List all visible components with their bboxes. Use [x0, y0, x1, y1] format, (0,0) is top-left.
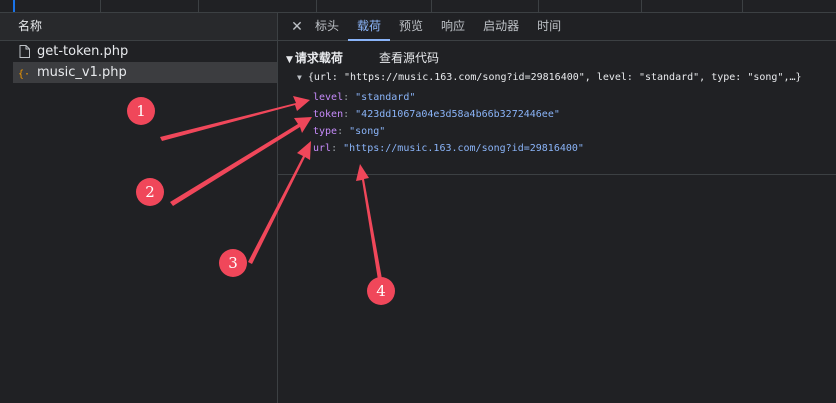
view-source-button[interactable]: 查看源代码 — [379, 49, 439, 66]
triangle-down-icon: ▼ — [297, 73, 302, 82]
toolbar-divider — [742, 0, 743, 12]
toolbar-marker — [13, 0, 15, 12]
payload-property-level: level: "standard" — [313, 92, 416, 103]
property-key: url — [313, 143, 332, 154]
panel-divider — [278, 174, 836, 175]
document-icon — [18, 45, 30, 59]
tab-payload[interactable]: 载荷 — [348, 13, 391, 41]
summary-text: {url: "https://music.163.com/song?id=298… — [307, 72, 802, 83]
request-item-music-v1[interactable]: {·} music_v1.php — [13, 62, 277, 83]
close-icon[interactable]: ✕ — [288, 19, 306, 35]
toolbar-divider — [316, 0, 317, 12]
name-column-header[interactable]: 名称 — [0, 13, 277, 41]
request-list-panel: 名称 get-token.php {·} music_v1.php — [0, 13, 278, 403]
request-item-label: music_v1.php — [37, 65, 127, 80]
triangle-down-icon: ▼ — [286, 55, 293, 65]
request-payload-section-toggle[interactable]: ▼ 请求载荷 — [286, 49, 343, 66]
payload-object-summary[interactable]: ▼ {url: "https://music.163.com/song?id=29… — [297, 72, 802, 83]
payload-property-type: type: "song" — [313, 126, 386, 137]
property-value: "https://music.163.com/song?id=29816400" — [343, 143, 584, 154]
tab-preview[interactable]: 预览 — [390, 13, 432, 40]
toolbar-divider — [198, 0, 199, 12]
toolbar-divider — [538, 0, 539, 12]
property-key: level — [313, 92, 344, 103]
section-title: 请求载荷 — [294, 51, 343, 65]
code-braces-icon: {·} — [18, 66, 30, 80]
toolbar-divider — [431, 0, 432, 12]
property-value: "standard" — [355, 92, 416, 103]
top-toolbar-strip — [0, 0, 836, 13]
tab-timing[interactable]: 时间 — [528, 13, 570, 40]
payload-property-url: url: "https://music.163.com/song?id=2981… — [313, 143, 584, 154]
details-tab-bar: ✕ 标头 载荷 预览 响应 启动器 时间 — [278, 13, 836, 41]
tab-headers[interactable]: 标头 — [306, 13, 348, 40]
svg-text:{·}: {·} — [18, 69, 30, 79]
property-key: type — [313, 126, 338, 137]
request-item-label: get-token.php — [37, 44, 129, 59]
tab-initiator[interactable]: 启动器 — [474, 13, 528, 40]
property-value: "423dd1067a04e3d58a4b66b3272446ee" — [355, 109, 560, 120]
toolbar-divider — [641, 0, 642, 12]
request-item-get-token[interactable]: get-token.php — [13, 41, 277, 62]
property-key: token — [313, 109, 344, 120]
payload-property-token: token: "423dd1067a04e3d58a4b66b3272446ee… — [313, 109, 560, 120]
details-panel: ✕ 标头 载荷 预览 响应 启动器 时间 ▼ 请求载荷 查看源代码 ▼ {url: … — [278, 13, 836, 403]
toolbar-divider — [100, 0, 101, 12]
tab-response[interactable]: 响应 — [432, 13, 474, 40]
property-value: "song" — [349, 126, 386, 137]
